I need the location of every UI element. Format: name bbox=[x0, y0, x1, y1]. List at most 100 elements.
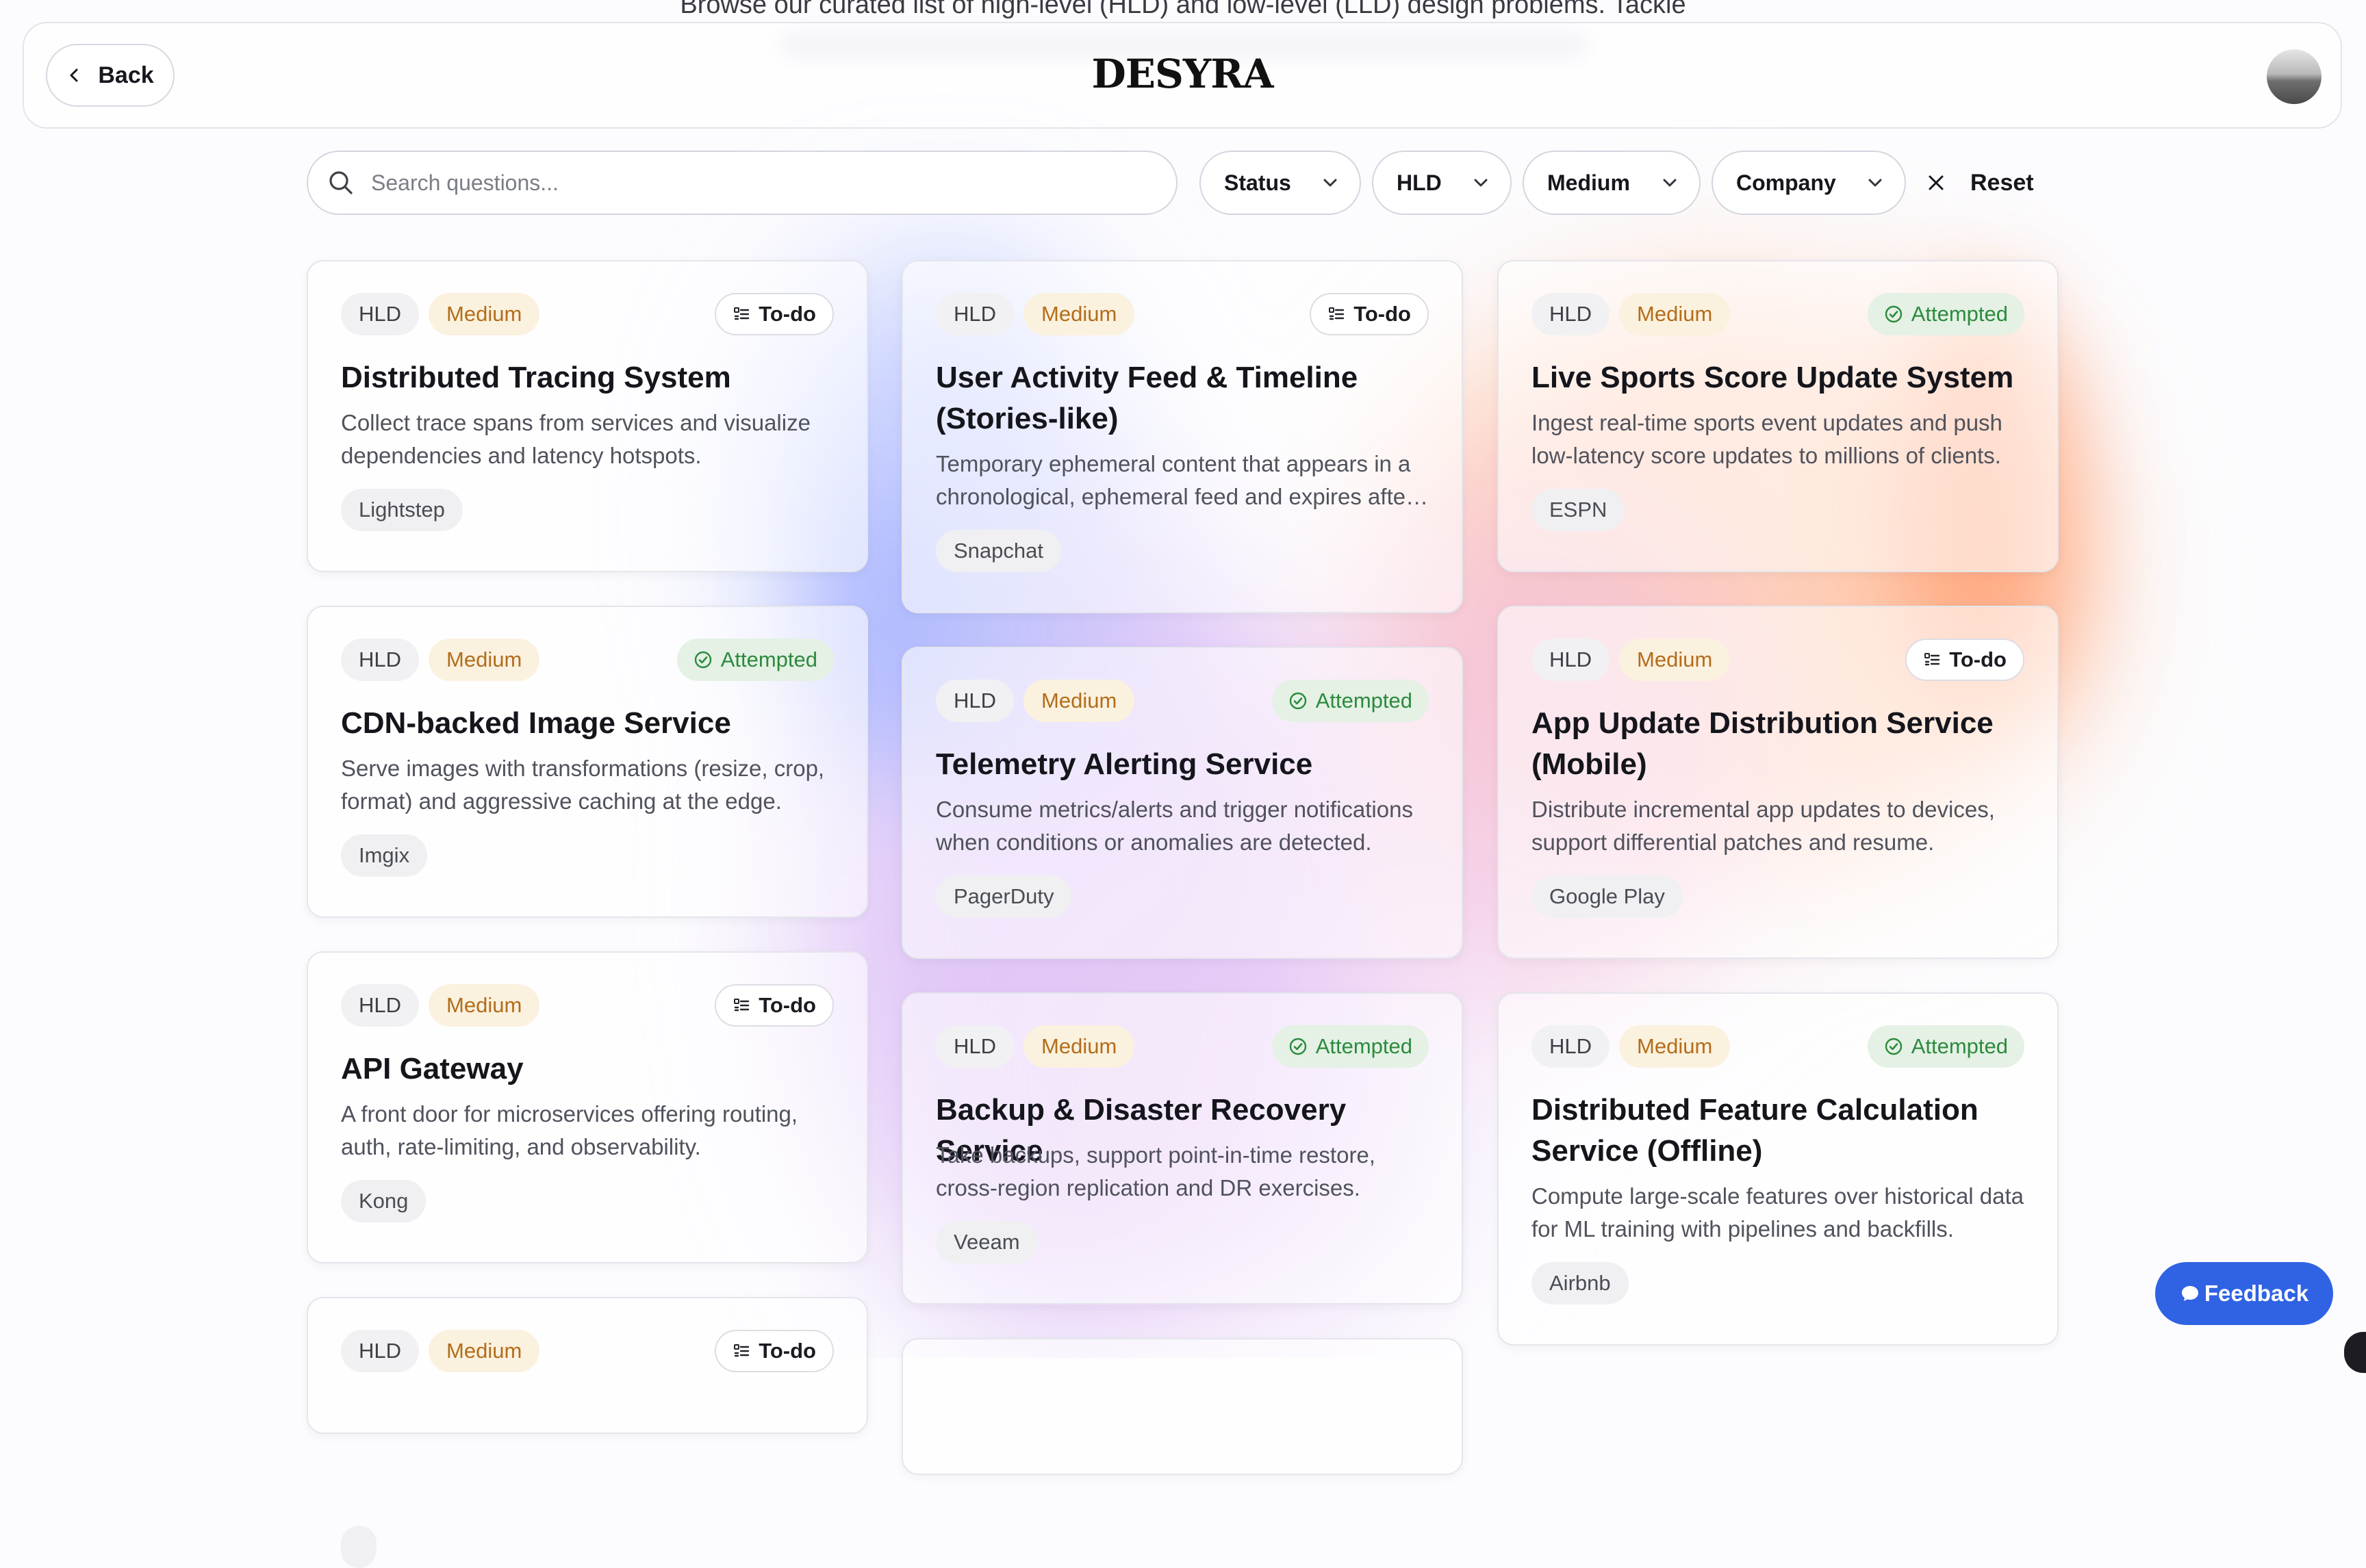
status-label: To-do bbox=[1353, 302, 1411, 326]
status-badge: To-do bbox=[1310, 293, 1429, 335]
avatar[interactable] bbox=[2267, 49, 2322, 104]
type-badge: HLD bbox=[341, 984, 419, 1027]
company-filter-dropdown[interactable]: Company bbox=[1712, 151, 1906, 215]
card-title[interactable]: Distributed Tracing System bbox=[341, 357, 834, 398]
type-badge: HLD bbox=[1531, 293, 1610, 335]
question-card[interactable]: HLDMedium Attempted CDN-backed Image Servi… bbox=[307, 606, 868, 918]
question-card[interactable] bbox=[902, 1338, 1463, 1475]
question-card[interactable]: HLDMedium To-do bbox=[307, 1297, 868, 1434]
card-badges: HLDMedium bbox=[1531, 639, 1730, 681]
type-badge: HLD bbox=[1531, 1025, 1610, 1068]
card-badges: HLDMedium bbox=[1531, 1025, 1730, 1068]
card-badges: HLDMedium bbox=[1531, 293, 1730, 335]
top-header: Back DESYRA bbox=[23, 22, 2342, 129]
card-title[interactable]: Live Sports Score Update System bbox=[1531, 357, 2024, 398]
card-description: Distribute incremental app updates to de… bbox=[1531, 793, 2031, 859]
feedback-button[interactable]: Feedback bbox=[2155, 1262, 2333, 1325]
card-badges: HLDMedium bbox=[341, 984, 539, 1027]
checklist-icon bbox=[1327, 305, 1345, 323]
question-card[interactable]: HLDMedium Attempted Live Sports Score Upda… bbox=[1497, 260, 2059, 572]
card-description: Take backups, support point-in-time rest… bbox=[936, 1139, 1436, 1205]
type-badge: HLD bbox=[936, 293, 1014, 335]
difficulty-filter-dropdown[interactable]: Medium bbox=[1523, 151, 1701, 215]
status-filter-label: Status bbox=[1224, 170, 1291, 196]
card-title[interactable]: User Activity Feed & Timeline (Stories-l… bbox=[936, 357, 1429, 439]
card-title[interactable]: CDN-backed Image Service bbox=[341, 703, 834, 744]
difficulty-badge: Medium bbox=[1023, 680, 1134, 722]
company-tag: Kong bbox=[341, 1180, 426, 1222]
difficulty-badge: Medium bbox=[1023, 293, 1134, 335]
question-card[interactable]: HLDMedium Attempted Telemetry Alerting Ser… bbox=[902, 647, 1463, 959]
check-circle-icon bbox=[694, 650, 713, 669]
question-card[interactable]: HLDMediumAttemptedBackup & Disaster Reco… bbox=[902, 992, 1463, 1304]
question-card[interactable]: HLDMedium To-do User Activity Feed & Timel… bbox=[902, 260, 1463, 613]
status-label: Attempted bbox=[1911, 302, 2008, 326]
status-label: To-do bbox=[759, 302, 816, 326]
type-badge: HLD bbox=[936, 1025, 1014, 1068]
company-tag: ESPN bbox=[1531, 489, 1625, 531]
company-tag: Google Play bbox=[1531, 875, 1683, 918]
question-card[interactable]: HLDMedium Attempted Distributed Feature Ca… bbox=[1497, 992, 2059, 1346]
type-badge: HLD bbox=[341, 639, 419, 681]
difficulty-badge: Medium bbox=[1023, 1025, 1134, 1068]
chevron-down-icon bbox=[1321, 174, 1339, 192]
card-badges: HLDMedium bbox=[341, 639, 539, 681]
card-title[interactable]: Telemetry Alerting Service bbox=[936, 744, 1429, 785]
status-filter-dropdown[interactable]: Status bbox=[1199, 151, 1361, 215]
card-description: A front door for microservices offering … bbox=[341, 1098, 841, 1164]
card-description: Consume metrics/alerts and trigger notif… bbox=[936, 793, 1436, 859]
search-icon bbox=[327, 169, 355, 196]
status-label: Attempted bbox=[1911, 1034, 2008, 1059]
check-circle-icon bbox=[1884, 1037, 1903, 1056]
type-badge: HLD bbox=[1531, 639, 1610, 681]
status-badge: To-do bbox=[715, 1330, 834, 1372]
difficulty-filter-label: Medium bbox=[1547, 170, 1630, 196]
card-title[interactable]: Distributed Feature Calculation Service … bbox=[1531, 1090, 2024, 1172]
checklist-icon bbox=[733, 997, 750, 1014]
status-badge: To-do bbox=[1905, 639, 2024, 681]
company-tag: PagerDuty bbox=[936, 875, 1071, 918]
logo[interactable]: DESYRA bbox=[24, 51, 2341, 97]
card-title[interactable]: API Gateway bbox=[341, 1049, 834, 1090]
difficulty-badge: Medium bbox=[1619, 1025, 1730, 1068]
page-subtitle: Browse our curated list of high-level (H… bbox=[0, 0, 2366, 20]
status-badge: Attempted bbox=[1868, 293, 2024, 335]
difficulty-badge: Medium bbox=[429, 1330, 539, 1372]
card-title[interactable]: App Update Distribution Service (Mobile) bbox=[1531, 703, 2024, 785]
reset-filters-button[interactable]: Reset bbox=[1926, 151, 2034, 215]
card-badges: HLDMedium bbox=[341, 293, 539, 335]
status-badge: Attempted bbox=[677, 639, 834, 681]
difficulty-badge: Medium bbox=[429, 984, 539, 1027]
card-badges: HLDMedium bbox=[936, 680, 1134, 722]
question-card[interactable]: HLDMedium To-do App Update Distribution Se… bbox=[1497, 606, 2059, 959]
card-description: Collect trace spans from services and vi… bbox=[341, 407, 841, 472]
checklist-icon bbox=[1923, 651, 1941, 669]
company-tag: Snapchat bbox=[936, 530, 1061, 572]
status-badge: Attempted bbox=[1868, 1025, 2024, 1068]
check-circle-icon bbox=[1884, 305, 1903, 324]
card-badges: HLDMedium bbox=[936, 293, 1134, 335]
status-badge: To-do bbox=[715, 984, 834, 1027]
feedback-label: Feedback bbox=[2204, 1281, 2308, 1307]
chevron-down-icon bbox=[1661, 174, 1679, 192]
card-badges: HLDMedium bbox=[936, 1025, 1134, 1068]
difficulty-badge: Medium bbox=[429, 293, 539, 335]
status-label: Attempted bbox=[721, 647, 817, 672]
question-card[interactable]: HLDMedium To-do API Gateway A front door fo… bbox=[307, 951, 868, 1263]
card-badges: HLDMedium bbox=[341, 1330, 539, 1372]
check-circle-icon bbox=[1288, 691, 1308, 710]
company-tag: Veeam bbox=[936, 1221, 1038, 1263]
card-description: Compute large-scale features over histor… bbox=[1531, 1180, 2031, 1246]
question-card[interactable]: HLDMedium To-do Distributed Tracing System… bbox=[307, 260, 868, 572]
type-filter-dropdown[interactable]: HLD bbox=[1372, 151, 1512, 215]
status-label: Attempted bbox=[1316, 689, 1412, 713]
status-label: To-do bbox=[759, 993, 816, 1018]
difficulty-badge: Medium bbox=[429, 639, 539, 681]
chevron-down-icon bbox=[1866, 174, 1884, 192]
status-badge: To-do bbox=[715, 293, 834, 335]
card-description: Temporary ephemeral content that appears… bbox=[936, 448, 1436, 513]
difficulty-badge: Medium bbox=[1619, 639, 1730, 681]
search-input[interactable]: Search questions... bbox=[307, 151, 1178, 215]
type-filter-label: HLD bbox=[1397, 170, 1442, 196]
check-circle-icon bbox=[1288, 1037, 1308, 1056]
